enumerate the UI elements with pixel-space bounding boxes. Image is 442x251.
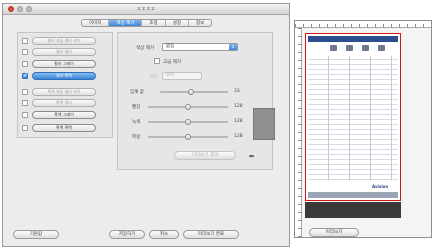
slider-track	[160, 91, 228, 93]
image-type-button[interactable]: 흑백 필터	[32, 99, 96, 107]
tab-adjust[interactable]: 조정	[142, 20, 166, 26]
list-item: 컬러 그레이	[22, 60, 110, 68]
scanner-image	[378, 45, 385, 51]
slider-knob[interactable]	[185, 119, 191, 125]
blue-slider[interactable]	[148, 134, 228, 140]
list-item: 흑백 자동 필터 켜기	[22, 88, 110, 96]
tab-image[interactable]: 이미지	[82, 20, 110, 26]
image-type-button[interactable]: 컬러 흑백	[32, 72, 96, 80]
document-logo: Avision	[372, 184, 389, 189]
image-type-button[interactable]: 컬러 자동 필터 켜기	[32, 37, 96, 45]
slider-label: 녹색	[132, 120, 141, 125]
image-type-button[interactable]: 흑백 자동 필터 켜기	[32, 88, 96, 96]
scan-area-frame[interactable]: Avision	[305, 33, 401, 201]
list-item: 흑백 필터	[22, 99, 110, 107]
list-item: 컬러 필터	[22, 48, 110, 56]
title-bar[interactable]: ㅈㅈㅈㅈ	[3, 4, 289, 15]
image-type-button[interactable]: 흑백 그레이	[32, 111, 96, 119]
scan-shadow	[305, 202, 401, 218]
tab-info[interactable]: 정보	[189, 20, 211, 26]
document-footer	[308, 192, 398, 198]
scanner-image	[362, 45, 369, 51]
slider-value: 128	[234, 104, 243, 109]
checkbox[interactable]	[22, 61, 28, 67]
chevron-updown-icon: ⇕	[229, 44, 237, 50]
slider-label: 임계 값	[130, 90, 144, 95]
cancel-button[interactable]: 취소	[149, 230, 179, 239]
list-item: 컬러 자동 필터 켜기	[22, 37, 110, 45]
scanner-image	[330, 45, 337, 51]
scan-preview-pane[interactable]: Avision 미리보기	[294, 20, 432, 238]
slider-label: 파랑	[132, 135, 141, 140]
slider-value: 33	[234, 89, 240, 94]
document-table	[308, 56, 398, 180]
save-button[interactable]: 저장하기	[109, 230, 145, 239]
color-removal-value: 없음	[166, 44, 175, 49]
horizontal-ruler	[295, 21, 431, 28]
checkbox[interactable]	[22, 125, 28, 131]
image-type-button[interactable]: 컬러 필터	[32, 48, 96, 56]
advanced-checkbox[interactable]	[154, 58, 160, 64]
checkbox[interactable]	[22, 49, 28, 55]
slider-value: 128	[234, 134, 243, 139]
preview-result-button[interactable]: 미리보기 결과	[174, 151, 236, 160]
image-type-button[interactable]: 흑백 흑백	[32, 124, 96, 132]
color-removal-select[interactable]: 없음 ⇕	[162, 43, 238, 51]
threshold-slider[interactable]	[160, 89, 228, 95]
checkbox[interactable]	[22, 89, 28, 95]
checkbox[interactable]	[22, 38, 28, 44]
window-title: ㅈㅈㅈㅈ	[136, 7, 156, 13]
scan-preview-button[interactable]: 미리보기	[309, 228, 359, 237]
tab-settings[interactable]: 설정	[166, 20, 189, 26]
red-slider[interactable]	[148, 104, 228, 110]
vertical-ruler	[295, 28, 302, 237]
list-item: 흑백 흑백	[22, 124, 110, 132]
scanner-image	[346, 45, 353, 51]
tab-color-removal[interactable]: 색상 제거	[109, 20, 143, 26]
mode-select[interactable]: 모두	[162, 72, 202, 80]
default-button[interactable]: 기본값	[13, 230, 59, 239]
checkbox[interactable]	[22, 112, 28, 118]
green-slider[interactable]	[148, 119, 228, 125]
list-item: 흑백 그레이	[22, 111, 110, 119]
settings-window: ㅈㅈㅈㅈ 이미지 색상 제거 조정 설정 정보 컬러 자동 필터 켜기 컬러 필…	[2, 3, 290, 247]
preview-done-button[interactable]: 미리보기 완료	[183, 230, 239, 239]
color-swatch	[253, 108, 275, 140]
image-type-list: 컬러 자동 필터 켜기 컬러 필터 컬러 그레이 컬러 흑백 흑백 자동 필터 …	[17, 32, 113, 138]
image-type-button[interactable]: 컬러 그레이	[32, 60, 96, 68]
slider-value: 128	[234, 119, 243, 124]
eyedropper-icon[interactable]: ✒	[247, 152, 257, 162]
tab-bar: 이미지 색상 제거 조정 설정 정보	[81, 19, 213, 27]
color-removal-panel: 색상 제거 없음 ⇕ 고급 제거 모드 모두 임계 값 33 빨강 128 녹색…	[117, 32, 273, 170]
list-item: 컬러 흑백	[22, 72, 110, 80]
mode-value: 모두	[166, 73, 175, 78]
checkbox[interactable]	[22, 72, 28, 79]
slider-label: 빨강	[132, 105, 141, 110]
mode-label: 모드	[150, 75, 159, 80]
slider-knob[interactable]	[185, 134, 191, 140]
slider-knob[interactable]	[185, 104, 191, 110]
color-removal-label: 색상 제거	[136, 46, 154, 51]
slider-knob[interactable]	[187, 89, 194, 95]
advanced-checkbox-label: 고급 제거	[163, 60, 181, 65]
document-header	[308, 36, 398, 42]
checkbox[interactable]	[22, 100, 28, 106]
